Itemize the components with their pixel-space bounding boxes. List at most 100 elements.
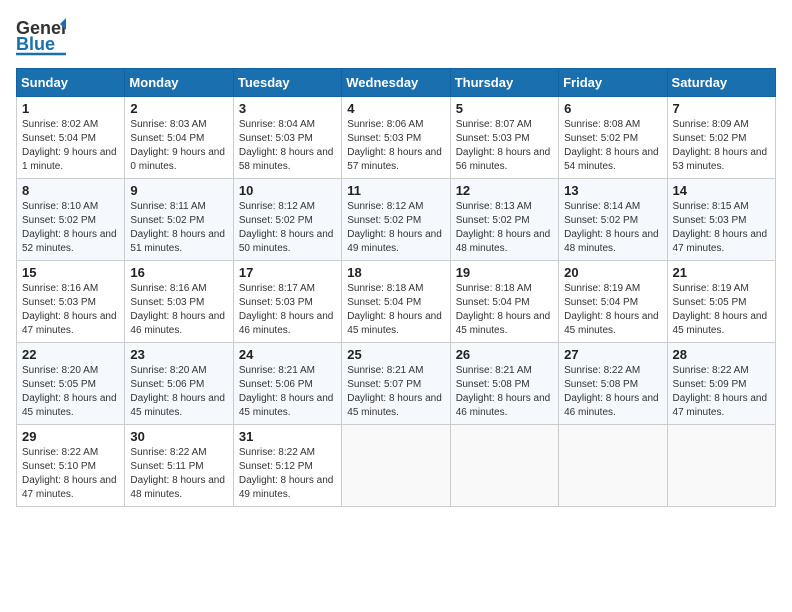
day-info: Sunrise: 8:19 AMSunset: 5:04 PMDaylight:… [564,282,661,338]
day-info: Sunrise: 8:21 AMSunset: 5:06 PMDaylight:… [239,364,336,420]
day-number: 23 [130,347,227,362]
day-info: Sunrise: 8:18 AMSunset: 5:04 PMDaylight:… [456,282,553,338]
calendar-week-row: 22 Sunrise: 8:20 AMSunset: 5:05 PMDayligh… [17,343,776,425]
day-number: 21 [673,265,770,280]
day-info: Sunrise: 8:20 AMSunset: 5:06 PMDaylight:… [130,364,227,420]
day-info: Sunrise: 8:13 AMSunset: 5:02 PMDaylight:… [456,200,553,256]
day-number: 4 [347,101,444,116]
calendar-cell: 16 Sunrise: 8:16 AMSunset: 5:03 PMDayligh… [125,261,233,343]
calendar-cell: 26 Sunrise: 8:21 AMSunset: 5:08 PMDayligh… [450,343,558,425]
calendar-cell: 10 Sunrise: 8:12 AMSunset: 5:02 PMDayligh… [233,179,341,261]
day-info: Sunrise: 8:11 AMSunset: 5:02 PMDaylight:… [130,200,227,256]
calendar-cell: 9 Sunrise: 8:11 AMSunset: 5:02 PMDaylight… [125,179,233,261]
day-number: 10 [239,183,336,198]
day-info: Sunrise: 8:15 AMSunset: 5:03 PMDaylight:… [673,200,770,256]
day-info: Sunrise: 8:12 AMSunset: 5:02 PMDaylight:… [347,200,444,256]
calendar-cell [667,425,775,507]
day-number: 27 [564,347,661,362]
day-number: 14 [673,183,770,198]
day-number: 3 [239,101,336,116]
weekday-header: Monday [125,69,233,97]
calendar-cell [559,425,667,507]
day-info: Sunrise: 8:22 AMSunset: 5:09 PMDaylight:… [673,364,770,420]
day-info: Sunrise: 8:22 AMSunset: 5:10 PMDaylight:… [22,446,119,502]
day-info: Sunrise: 8:02 AMSunset: 5:04 PMDaylight:… [22,118,119,174]
day-info: Sunrise: 8:21 AMSunset: 5:08 PMDaylight:… [456,364,553,420]
calendar-cell: 27 Sunrise: 8:22 AMSunset: 5:08 PMDayligh… [559,343,667,425]
weekday-header: Sunday [17,69,125,97]
calendar-cell: 23 Sunrise: 8:20 AMSunset: 5:06 PMDayligh… [125,343,233,425]
day-info: Sunrise: 8:17 AMSunset: 5:03 PMDaylight:… [239,282,336,338]
calendar-cell: 22 Sunrise: 8:20 AMSunset: 5:05 PMDayligh… [17,343,125,425]
weekday-header: Wednesday [342,69,450,97]
day-number: 5 [456,101,553,116]
calendar-cell: 29 Sunrise: 8:22 AMSunset: 5:10 PMDayligh… [17,425,125,507]
day-number: 17 [239,265,336,280]
day-info: Sunrise: 8:03 AMSunset: 5:04 PMDaylight:… [130,118,227,174]
weekday-header: Thursday [450,69,558,97]
calendar-week-row: 15Sunrise: 8:16 AMSunset: 5:03 PMDayligh… [17,261,776,343]
weekday-header: Friday [559,69,667,97]
calendar-cell: 17 Sunrise: 8:17 AMSunset: 5:03 PMDayligh… [233,261,341,343]
calendar-cell [342,425,450,507]
day-info: Sunrise: 8:16 AMSunset: 5:03 PMDaylight:… [22,282,119,338]
calendar-cell: 11 Sunrise: 8:12 AMSunset: 5:02 PMDayligh… [342,179,450,261]
calendar-cell [450,425,558,507]
day-number: 9 [130,183,227,198]
day-info: Sunrise: 8:22 AMSunset: 5:12 PMDaylight:… [239,446,336,502]
day-info: Sunrise: 8:08 AMSunset: 5:02 PMDaylight:… [564,118,661,174]
calendar-cell: 5 Sunrise: 8:07 AMSunset: 5:03 PMDaylight… [450,97,558,179]
day-number: 28 [673,347,770,362]
day-number: 29 [22,429,119,444]
calendar-cell: 13 Sunrise: 8:14 AMSunset: 5:02 PMDayligh… [559,179,667,261]
day-number: 25 [347,347,444,362]
calendar-cell: 2 Sunrise: 8:03 AMSunset: 5:04 PMDaylight… [125,97,233,179]
calendar-cell: 15Sunrise: 8:16 AMSunset: 5:03 PMDayligh… [17,261,125,343]
calendar-cell: 1 Sunrise: 8:02 AMSunset: 5:04 PMDaylight… [17,97,125,179]
day-number: 22 [22,347,119,362]
day-number: 26 [456,347,553,362]
day-info: Sunrise: 8:14 AMSunset: 5:02 PMDaylight:… [564,200,661,256]
day-info: Sunrise: 8:20 AMSunset: 5:05 PMDaylight:… [22,364,119,420]
calendar-cell: 24 Sunrise: 8:21 AMSunset: 5:06 PMDayligh… [233,343,341,425]
svg-text:Blue: Blue [16,34,55,54]
day-info: Sunrise: 8:10 AMSunset: 5:02 PMDaylight:… [22,200,119,256]
page-header: General Blue [16,16,776,58]
day-info: Sunrise: 8:22 AMSunset: 5:08 PMDaylight:… [564,364,661,420]
day-info: Sunrise: 8:18 AMSunset: 5:04 PMDaylight:… [347,282,444,338]
day-number: 2 [130,101,227,116]
day-number: 6 [564,101,661,116]
day-number: 1 [22,101,119,116]
day-number: 18 [347,265,444,280]
day-number: 8 [22,183,119,198]
calendar-cell: 30Sunrise: 8:22 AMSunset: 5:11 PMDayligh… [125,425,233,507]
calendar-week-row: 1 Sunrise: 8:02 AMSunset: 5:04 PMDaylight… [17,97,776,179]
logo: General Blue [16,16,66,58]
calendar-cell: 3 Sunrise: 8:04 AMSunset: 5:03 PMDaylight… [233,97,341,179]
calendar-cell: 6 Sunrise: 8:08 AMSunset: 5:02 PMDaylight… [559,97,667,179]
day-number: 20 [564,265,661,280]
day-info: Sunrise: 8:16 AMSunset: 5:03 PMDaylight:… [130,282,227,338]
calendar-cell: 8 Sunrise: 8:10 AMSunset: 5:02 PMDaylight… [17,179,125,261]
calendar-cell: 25 Sunrise: 8:21 AMSunset: 5:07 PMDayligh… [342,343,450,425]
day-number: 13 [564,183,661,198]
day-number: 24 [239,347,336,362]
day-info: Sunrise: 8:21 AMSunset: 5:07 PMDaylight:… [347,364,444,420]
day-number: 16 [130,265,227,280]
calendar-cell: 7Sunrise: 8:09 AMSunset: 5:02 PMDaylight… [667,97,775,179]
day-number: 31 [239,429,336,444]
day-info: Sunrise: 8:07 AMSunset: 5:03 PMDaylight:… [456,118,553,174]
calendar-cell: 20 Sunrise: 8:19 AMSunset: 5:04 PMDayligh… [559,261,667,343]
calendar-cell: 19Sunrise: 8:18 AMSunset: 5:04 PMDayligh… [450,261,558,343]
logo-icon: General Blue [16,16,66,58]
calendar-cell: 12Sunrise: 8:13 AMSunset: 5:02 PMDayligh… [450,179,558,261]
day-info: Sunrise: 8:22 AMSunset: 5:11 PMDaylight:… [130,446,227,502]
calendar-table: SundayMondayTuesdayWednesdayThursdayFrid… [16,68,776,507]
calendar-header-row: SundayMondayTuesdayWednesdayThursdayFrid… [17,69,776,97]
weekday-header: Saturday [667,69,775,97]
day-info: Sunrise: 8:04 AMSunset: 5:03 PMDaylight:… [239,118,336,174]
day-info: Sunrise: 8:12 AMSunset: 5:02 PMDaylight:… [239,200,336,256]
calendar-cell: 14 Sunrise: 8:15 AMSunset: 5:03 PMDayligh… [667,179,775,261]
calendar-cell: 4Sunrise: 8:06 AMSunset: 5:03 PMDaylight… [342,97,450,179]
day-number: 11 [347,183,444,198]
